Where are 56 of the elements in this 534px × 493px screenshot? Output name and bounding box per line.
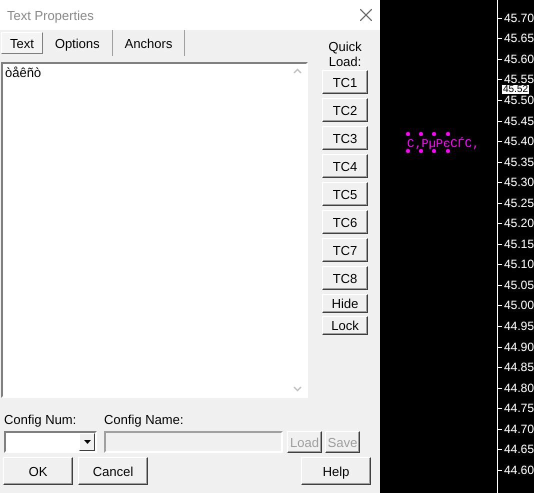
price-label: 45.55 — [504, 74, 534, 86]
price-label: 44.70 — [504, 424, 534, 435]
quick-load-button[interactable]: TC4 — [322, 154, 368, 178]
current-price-label: 45.52 — [502, 85, 530, 94]
selection-handle-icon[interactable] — [406, 132, 410, 136]
price-label: 44.65 — [504, 444, 534, 456]
quick-load-button[interactable]: TC8 — [322, 266, 368, 290]
selection-handle-icon[interactable] — [419, 132, 423, 136]
price-label: 44.95 — [504, 320, 534, 332]
price-label: 45.60 — [504, 54, 534, 65]
quick-load-button[interactable]: TC6 — [322, 210, 368, 234]
selection-handle-icon[interactable] — [419, 149, 423, 153]
quick-load-button[interactable]: TC3 — [322, 126, 368, 150]
side-button[interactable]: Hide — [322, 294, 368, 313]
quick-load-button[interactable]: TC7 — [322, 238, 368, 262]
price-label: 44.75 — [504, 403, 534, 414]
price-label: 45.50 — [504, 94, 534, 106]
tab[interactable]: Text — [1, 32, 43, 54]
price-label: 45.45 — [504, 116, 534, 126]
text-area[interactable]: òåêñò — [1, 62, 308, 398]
chart-text-object[interactable]: С‚РµРєСЃС‚ — [406, 135, 480, 153]
quick-load-button[interactable]: TC2 — [322, 98, 368, 122]
dialog-button[interactable]: OK — [3, 457, 73, 485]
price-label: 45.70 — [504, 12, 534, 24]
price-label: 44.85 — [504, 362, 534, 374]
config-num-dropdown[interactable] — [4, 431, 97, 453]
side-button[interactable]: Lock — [322, 316, 368, 335]
price-label: 45.10 — [504, 259, 534, 270]
selection-handle-icon[interactable] — [432, 132, 436, 136]
dropdown-arrow-icon — [84, 440, 90, 444]
quick-load-button[interactable]: TC1 — [322, 70, 368, 94]
price-label: 45.00 — [504, 300, 534, 312]
price-label: 44.80 — [504, 382, 534, 394]
config-name-label: Config Name: — [104, 412, 184, 427]
close-icon[interactable] — [360, 9, 372, 21]
quick-load-button[interactable]: TC5 — [322, 182, 368, 206]
text-value: òåêñò — [4, 64, 42, 82]
dialog-button[interactable]: Help — [301, 457, 371, 485]
dialog-button[interactable]: Cancel — [78, 457, 148, 485]
price-label: 45.65 — [504, 33, 534, 44]
quick-load-label: Quick Load: — [327, 39, 363, 69]
price-label: 45.40 — [504, 136, 534, 148]
price-label: 45.05 — [504, 280, 534, 291]
selection-handle-icon[interactable] — [432, 149, 436, 153]
price-label: 44.90 — [504, 342, 534, 353]
price-label: 45.30 — [504, 177, 534, 188]
price-label: 45.15 — [504, 238, 534, 250]
selection-handle-icon[interactable] — [446, 149, 450, 153]
selection-handle-icon[interactable] — [406, 149, 410, 153]
window-title: Text Properties — [7, 8, 94, 22]
price-label: 44.60 — [504, 464, 534, 476]
price-label: 45.25 — [504, 198, 534, 209]
selection-handle-icon[interactable] — [446, 132, 450, 136]
config-num-label: Config Num: — [4, 412, 78, 427]
price-label: 45.20 — [504, 218, 534, 230]
price-label: 45.35 — [504, 156, 534, 168]
